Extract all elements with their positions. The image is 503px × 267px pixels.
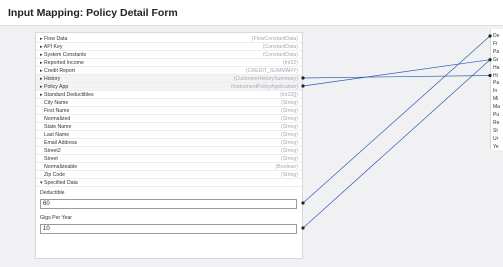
target-field-row[interactable]: In: [493, 87, 503, 95]
page-title: Input Mapping: Policy Detail Form: [8, 7, 178, 19]
source-field-row[interactable]: Normalizeable (Boolean): [36, 163, 302, 171]
target-field-row[interactable]: Mi: [493, 95, 503, 103]
target-field-row[interactable]: De: [493, 32, 503, 40]
source-field-type: (Boolean): [275, 164, 299, 170]
source-field-row[interactable]: ▸ Flow Data (FlowConstantData): [36, 35, 302, 43]
source-field-row[interactable]: ▸ History (CustomerHistorySummary): [36, 75, 302, 83]
target-field-row[interactable]: Pa: [493, 48, 503, 56]
source-field-type: (FlowConstantData): [251, 36, 298, 42]
header-bar: Input Mapping: Policy Detail Form: [0, 0, 503, 26]
specified-field-input[interactable]: 60: [40, 199, 297, 209]
mapping-connection: [302, 59, 491, 229]
target-fields-panel: De Fr Pa Gr Ha Hi Pa In Mi Ma Pu Re St Ur Ye: [490, 29, 503, 150]
source-field-label: First Name: [44, 108, 70, 114]
source-fields-panel: ▸ Flow Data (FlowConstantData) ▸ API Key (C…: [35, 32, 303, 259]
source-field-row[interactable]: Street2 (String): [36, 147, 302, 155]
source-field-type: (String): [280, 148, 298, 154]
specified-field-label: Gigs Per Year: [40, 215, 73, 221]
source-field-row[interactable]: Last Name (String): [36, 131, 302, 139]
source-field-label: Normalized: [44, 116, 71, 122]
source-field-type: (Int32): [283, 60, 298, 66]
target-field-row[interactable]: Re: [493, 119, 503, 127]
mapping-connection: [302, 59, 491, 87]
source-field-type: (InstrumentPolicyApplication): [230, 84, 298, 90]
mapping-connection: [302, 75, 491, 79]
target-field-row[interactable]: Ma: [493, 103, 503, 111]
source-field-type: (CREDIT_SUMMARY): [245, 68, 298, 74]
source-field-row[interactable]: ▸ Standard Deductibles (Int32[]): [36, 91, 302, 99]
source-field-row[interactable]: City Name (String): [36, 99, 302, 107]
target-field-row[interactable]: St: [493, 127, 503, 135]
source-field-label: ▸ API Key: [40, 44, 63, 50]
source-field-row[interactable]: Normalized (String): [36, 115, 302, 123]
target-field-row[interactable]: Ha: [493, 64, 503, 72]
source-field-label: ▸ Flow Data: [40, 36, 68, 42]
source-field-label: ▸ Policy App: [40, 84, 69, 90]
source-field-label: Street: [44, 156, 58, 162]
source-field-label: ▸ Credit Report: [40, 68, 75, 74]
source-field-row[interactable]: ▸ API Key (ConstantData): [36, 43, 302, 51]
source-field-type: (String): [280, 116, 298, 122]
source-field-label: ▸ Reported Income: [40, 60, 84, 66]
source-field-type: (String): [280, 124, 298, 130]
source-field-type: (String): [280, 172, 298, 178]
source-field-type: (String): [280, 100, 298, 106]
source-field-row[interactable]: Zip Code (String): [36, 171, 302, 179]
source-field-type: (Int32[]): [280, 92, 298, 98]
source-field-row[interactable]: ▸ System Constants (ConstantData): [36, 51, 302, 59]
source-field-row[interactable]: ▸ Credit Report (CREDIT_SUMMARY): [36, 67, 302, 75]
source-field-label: Zip Code: [44, 172, 66, 178]
source-field-label: ▸ History: [40, 76, 61, 82]
target-field-row[interactable]: Pa: [493, 79, 503, 87]
source-field-type: (String): [280, 132, 298, 138]
source-field-type: (ConstantData): [262, 44, 298, 50]
source-field-row[interactable]: State Name (String): [36, 123, 302, 131]
source-field-type: (ConstantData): [262, 52, 298, 58]
target-field-row[interactable]: Ur: [493, 135, 503, 143]
specified-field-input[interactable]: 10: [40, 224, 297, 234]
mapping-window: Input Mapping: Policy Detail Form ▸ Flow…: [0, 0, 503, 267]
target-field-row[interactable]: Ye: [493, 143, 503, 151]
source-field-row[interactable]: ▸ Policy App (InstrumentPolicyApplication…: [36, 83, 302, 91]
source-field-label: Normalizeable: [44, 164, 78, 170]
mapping-connection: [302, 35, 491, 204]
source-field-label: Street2: [44, 148, 61, 154]
source-field-label: Email Address: [44, 140, 78, 146]
target-field-row[interactable]: Pu: [493, 111, 503, 119]
source-field-type: (String): [280, 140, 298, 146]
source-field-row[interactable]: ▾ Specified Data: [36, 179, 302, 187]
source-field-label: ▾ Specified Data: [40, 180, 78, 186]
source-field-row[interactable]: First Name (String): [36, 107, 302, 115]
source-field-type: (String): [280, 108, 298, 114]
source-field-label: Last Name: [44, 132, 70, 138]
target-field-row[interactable]: Fr: [493, 40, 503, 48]
specified-field-label: Deductible: [40, 190, 65, 196]
source-field-label: ▸ Standard Deductibles: [40, 92, 94, 98]
source-field-label: State Name: [44, 124, 72, 130]
target-field-row[interactable]: Hi: [493, 72, 503, 80]
target-field-row[interactable]: Gr: [493, 56, 503, 64]
source-field-label: ▸ System Constants: [40, 52, 87, 58]
source-field-label: City Name: [44, 100, 69, 106]
source-field-type: (String): [280, 156, 298, 162]
source-field-row[interactable]: Street (String): [36, 155, 302, 163]
source-field-row[interactable]: ▸ Reported Income (Int32): [36, 59, 302, 67]
source-field-row[interactable]: Email Address (String): [36, 139, 302, 147]
source-field-type: (CustomerHistorySummary): [233, 76, 298, 82]
